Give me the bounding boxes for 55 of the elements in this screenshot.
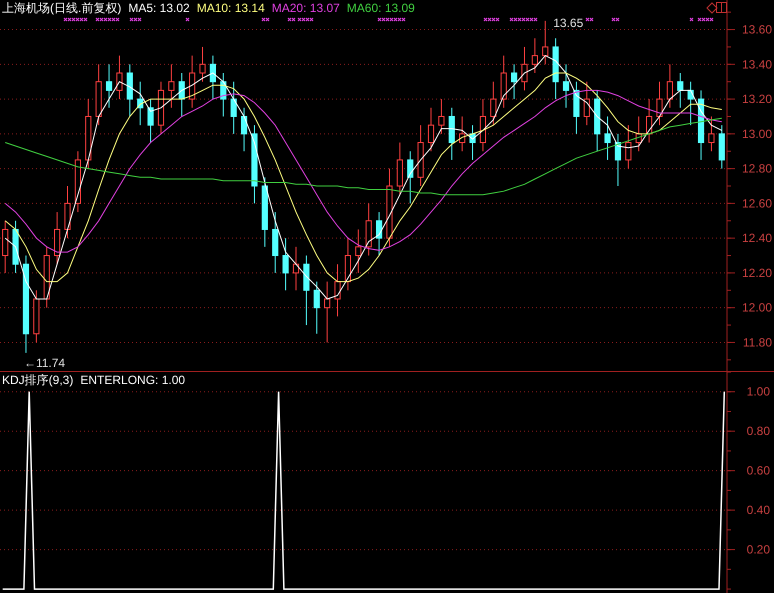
candlestick [708, 116, 715, 152]
legend-label: MA5: 13.02 [128, 1, 190, 15]
indicator-title: KDJ排序(9,3) [2, 373, 74, 387]
price-annotation: 13.65 [553, 16, 584, 30]
candlestick [542, 20, 548, 65]
axis-label: 0.20 [746, 542, 770, 557]
candlestick [438, 98, 444, 134]
candlestick [178, 72, 185, 117]
candlestick [625, 124, 632, 170]
candlestick [137, 81, 144, 126]
legend-label: MA20: 13.07 [272, 1, 340, 15]
candlestick [240, 107, 248, 152]
candlestick [562, 64, 570, 108]
candlestick [324, 281, 330, 343]
panel-toggle-icon[interactable] [716, 2, 727, 13]
candlestick [677, 72, 684, 108]
axis-label: 1.00 [746, 384, 770, 399]
legend-label: MA10: 13.14 [196, 1, 265, 15]
axis-label: 12.60 [742, 196, 772, 210]
legend-label: ENTERLONG: 1.00 [80, 373, 186, 387]
legend-label: MA60: 13.09 [346, 1, 415, 15]
axis-label: 12.40 [742, 231, 772, 246]
stock-title: 上海机场(日线.前复权) [2, 1, 122, 15]
candlestick [604, 116, 611, 160]
axis-label: 11.80 [742, 335, 772, 350]
candlestick [210, 55, 216, 100]
candlestick [532, 38, 538, 74]
candlestick [407, 150, 414, 204]
axis-label: 13.20 [742, 92, 772, 106]
candlestick [292, 246, 300, 291]
candlestick [116, 55, 123, 100]
axis-label: 12.00 [742, 300, 772, 315]
candlestick [490, 81, 496, 126]
candlestick [510, 64, 518, 100]
axis-label: 0.80 [746, 424, 770, 438]
axis-label: 0.40 [746, 503, 770, 518]
axis-label: 13.40 [742, 57, 772, 72]
candlestick [168, 64, 174, 108]
axis-label: 12.80 [742, 162, 772, 176]
price-annotation: ←11.74 [24, 356, 66, 370]
candlestick [584, 81, 590, 126]
axis-label: 13.00 [742, 126, 772, 141]
candlestick [106, 64, 112, 108]
candlestick [666, 64, 673, 108]
candlestick [230, 81, 237, 134]
axis-label: 0.60 [746, 464, 770, 478]
candlestick [199, 46, 206, 82]
candlestick [314, 281, 320, 334]
diamond-icon[interactable] [706, 2, 718, 14]
candlestick [459, 116, 466, 152]
candlestick [428, 107, 434, 152]
axis-label: 13.60 [742, 22, 772, 37]
candlestick [355, 228, 362, 274]
candlestick [282, 238, 289, 291]
axis-label: 12.20 [742, 266, 772, 280]
